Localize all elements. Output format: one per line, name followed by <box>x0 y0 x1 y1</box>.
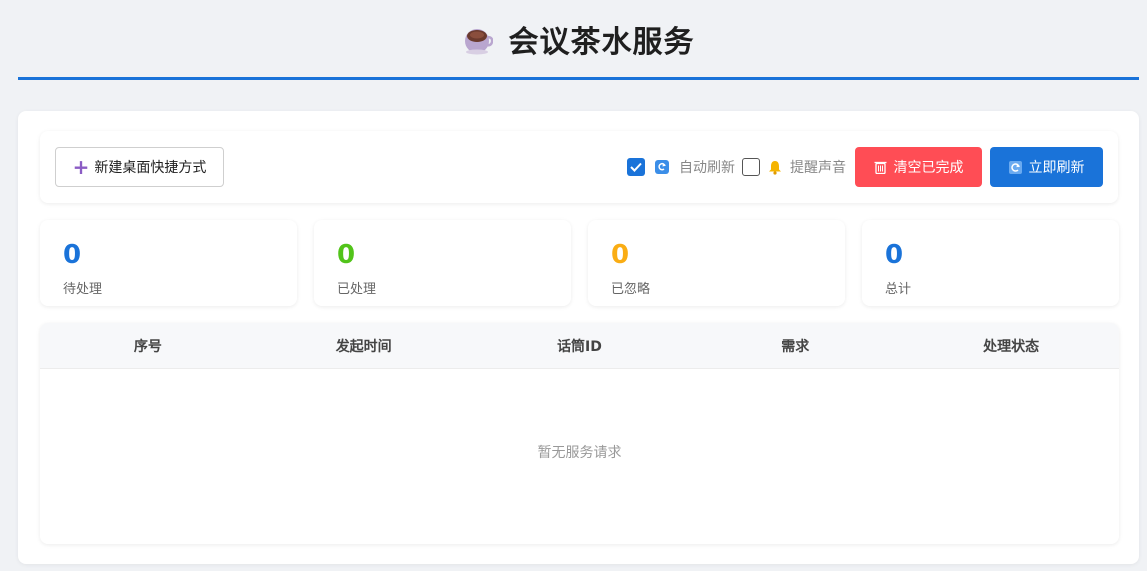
create-shortcut-label: 新建桌面快捷方式 <box>94 160 207 176</box>
toolbar: + 新建桌面快捷方式 自动刷新 提醒声音 清空已完成 立即刷新 <box>40 131 1118 203</box>
stat-label: 已忽略 <box>611 282 651 297</box>
refresh-now-button[interactable]: 立即刷新 <box>990 147 1103 187</box>
stat-pending: 0 待处理 <box>40 220 297 306</box>
stat-label: 待处理 <box>63 282 103 297</box>
stat-total: 0 总计 <box>862 220 1119 306</box>
auto-refresh-option: 自动刷新 <box>627 157 735 177</box>
stat-label: 总计 <box>885 282 912 297</box>
sound-option: 提醒声音 <box>742 157 846 177</box>
column-header: 话筒ID <box>557 338 602 355</box>
clear-completed-button[interactable]: 清空已完成 <box>855 147 982 187</box>
refresh-icon <box>1008 160 1022 174</box>
stat-ignored: 0 已忽略 <box>588 220 845 306</box>
create-shortcut-button[interactable]: + 新建桌面快捷方式 <box>55 147 224 187</box>
stat-value: 0 <box>63 240 82 270</box>
column-header: 序号 <box>133 338 162 355</box>
table-header: 序号 发起时间 话筒ID 需求 处理状态 <box>40 323 1119 369</box>
column-header: 处理状态 <box>983 338 1040 355</box>
stat-value: 0 <box>885 240 904 270</box>
page-title: 会议茶水服务 <box>508 24 695 60</box>
plus-icon: + <box>72 155 90 179</box>
column-header: 需求 <box>781 338 810 355</box>
stat-value: 0 <box>337 240 356 270</box>
auto-refresh-checkbox[interactable] <box>627 158 645 176</box>
empty-state-text: 暂无服务请求 <box>537 445 622 461</box>
auto-refresh-label: 自动刷新 <box>679 160 735 176</box>
page-header: 会议茶水服务 <box>18 0 1139 80</box>
stat-value: 0 <box>611 240 630 270</box>
clear-completed-label: 清空已完成 <box>893 160 964 176</box>
refresh-now-label: 立即刷新 <box>1028 160 1085 176</box>
stat-processed: 0 已处理 <box>314 220 571 306</box>
bell-icon <box>768 160 782 175</box>
main-card: + 新建桌面快捷方式 自动刷新 提醒声音 清空已完成 立即刷新 0 待处理 0 … <box>18 111 1139 564</box>
coffee-cup-icon <box>464 28 493 54</box>
refresh-icon <box>655 160 669 174</box>
requests-table: 序号 发起时间 话筒ID 需求 处理状态 暂无服务请求 <box>40 323 1119 544</box>
sound-checkbox[interactable] <box>742 158 760 176</box>
sound-label: 提醒声音 <box>790 160 846 176</box>
trash-icon <box>874 160 887 174</box>
column-header: 发起时间 <box>335 338 392 355</box>
stat-label: 已处理 <box>337 282 377 297</box>
